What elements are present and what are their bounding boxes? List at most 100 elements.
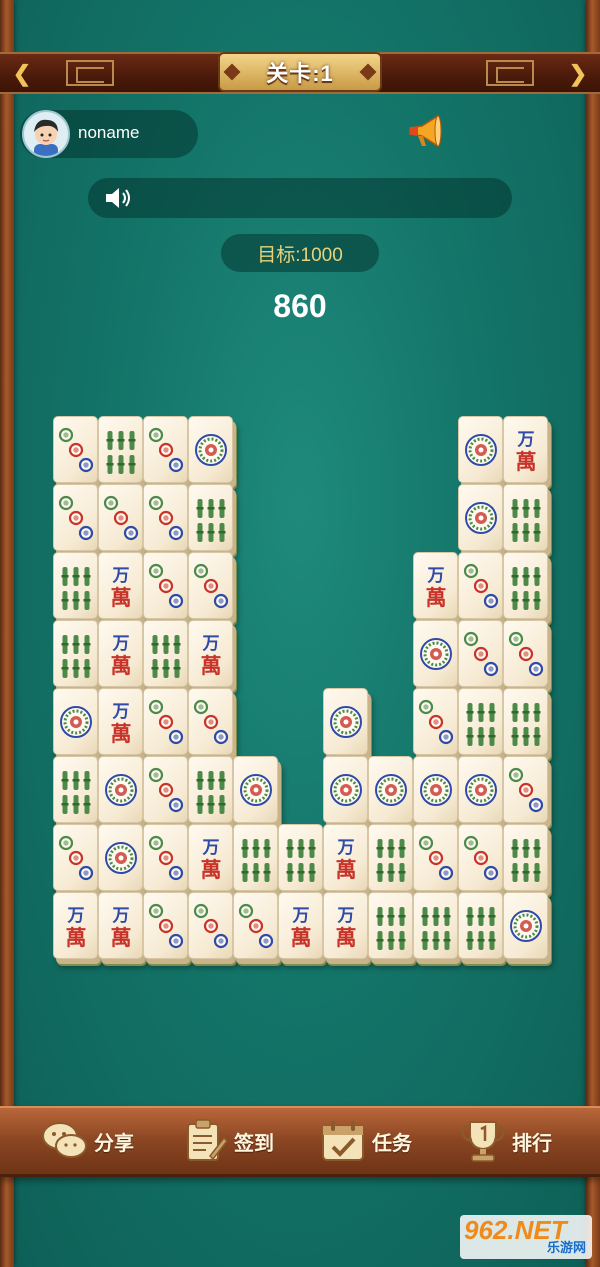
- mahjong-tile-dots1[interactable]: [98, 756, 143, 823]
- trophy-icon: [461, 1121, 505, 1162]
- mahjong-tile-dots3[interactable]: [458, 552, 503, 619]
- mahjong-tile-bamboo6[interactable]: [233, 824, 278, 891]
- wan-character-top: 万: [337, 838, 355, 858]
- mahjong-tile-bamboo6[interactable]: [503, 824, 548, 891]
- wan-character-bottom: 萬: [111, 653, 132, 678]
- mahjong-tile-dots3[interactable]: [143, 552, 188, 619]
- mahjong-tile-wan[interactable]: 万萬: [188, 620, 233, 687]
- checkin-button[interactable]: 签到: [180, 1116, 274, 1166]
- mahjong-tile-dots3[interactable]: [233, 892, 278, 959]
- mahjong-tile-bamboo6[interactable]: [503, 484, 548, 551]
- mahjong-tile-bamboo6[interactable]: [188, 756, 233, 823]
- mahjong-board: 万萬万萬万萬万萬万萬万萬万萬万萬万萬万萬万萬万萬: [0, 0, 600, 1267]
- mahjong-tile-bamboo6[interactable]: [368, 824, 413, 891]
- wan-character-top: 万: [112, 906, 130, 926]
- mahjong-tile-dots3[interactable]: [413, 688, 458, 755]
- mahjong-tile-wan[interactable]: 万萬: [98, 552, 143, 619]
- wan-character-bottom: 萬: [111, 721, 132, 746]
- mahjong-tile-dots1[interactable]: [458, 416, 503, 483]
- mahjong-tile-bamboo6[interactable]: [503, 552, 548, 619]
- mahjong-tile-dots3[interactable]: [143, 824, 188, 891]
- mahjong-tile-dots3[interactable]: [98, 484, 143, 551]
- game-screen: ❮ ❯ 关卡:1 noname 目标:1000 860 万 萬 万 萬 万 萬 …: [0, 0, 600, 1267]
- mahjong-tile-dots3[interactable]: [53, 416, 98, 483]
- mahjong-tile-dots3[interactable]: [413, 824, 458, 891]
- wan-character-bottom: 萬: [336, 857, 357, 882]
- mahjong-tile-dots1[interactable]: [458, 484, 503, 551]
- mahjong-tile-dots3[interactable]: [458, 620, 503, 687]
- wan-character-top: 万: [67, 906, 85, 926]
- wan-character-top: 万: [112, 634, 130, 654]
- wan-character-bottom: 萬: [201, 857, 222, 882]
- mahjong-tile-dots3[interactable]: [53, 484, 98, 551]
- mahjong-tile-dots3[interactable]: [143, 416, 188, 483]
- tasks-button[interactable]: 任务: [318, 1116, 412, 1166]
- mahjong-tile-wan[interactable]: 万萬: [98, 688, 143, 755]
- mahjong-tile-dots3[interactable]: [143, 892, 188, 959]
- mahjong-tile-bamboo6[interactable]: [53, 756, 98, 823]
- watermark-subtitle: 乐游网: [546, 1240, 586, 1255]
- mahjong-tile-dots3[interactable]: [188, 552, 233, 619]
- mahjong-tile-dots1[interactable]: [233, 756, 278, 823]
- wan-character-bottom: 萬: [201, 653, 222, 678]
- mahjong-tile-dots1[interactable]: [458, 756, 503, 823]
- mahjong-tile-bamboo6[interactable]: [53, 552, 98, 619]
- mahjong-tile-dots1[interactable]: [413, 756, 458, 823]
- mahjong-tile-wan[interactable]: 万萬: [98, 892, 143, 959]
- mahjong-tile-bamboo6[interactable]: [503, 688, 548, 755]
- mahjong-tile-dots3[interactable]: [503, 756, 548, 823]
- mahjong-tile-bamboo6[interactable]: [368, 892, 413, 959]
- mahjong-tile-dots3[interactable]: [188, 892, 233, 959]
- mahjong-tile-dots1[interactable]: [323, 688, 368, 755]
- wan-character-top: 万: [337, 906, 355, 926]
- mahjong-tile-dots1[interactable]: [503, 892, 548, 959]
- mahjong-tile-wan[interactable]: 万萬: [323, 892, 368, 959]
- mahjong-tile-dots3[interactable]: [188, 688, 233, 755]
- wan-character-top: 万: [112, 566, 130, 586]
- mahjong-tile-bamboo6[interactable]: [143, 620, 188, 687]
- wan-character-top: 万: [427, 566, 445, 586]
- mahjong-tile-dots1[interactable]: [188, 416, 233, 483]
- mahjong-tile-wan[interactable]: 万萬: [503, 416, 548, 483]
- wan-character-top: 万: [292, 906, 310, 926]
- wan-character-bottom: 萬: [426, 585, 447, 610]
- wan-character-top: 万: [517, 430, 535, 450]
- wan-character-bottom: 萬: [516, 449, 537, 474]
- mahjong-tile-bamboo6[interactable]: [53, 620, 98, 687]
- mahjong-tile-dots1[interactable]: [53, 688, 98, 755]
- mahjong-tile-dots3[interactable]: [458, 824, 503, 891]
- mahjong-tile-dots1[interactable]: [368, 756, 413, 823]
- wan-character-top: 万: [202, 838, 220, 858]
- mahjong-tile-bamboo6[interactable]: [458, 892, 503, 959]
- mahjong-tile-dots3[interactable]: [143, 688, 188, 755]
- mahjong-tile-dots1[interactable]: [323, 756, 368, 823]
- wan-character-top: 万: [202, 634, 220, 654]
- mahjong-tile-bamboo6[interactable]: [278, 824, 323, 891]
- mahjong-tile-wan[interactable]: 万萬: [323, 824, 368, 891]
- site-watermark: 962.NET 乐游网: [460, 1215, 592, 1259]
- mahjong-tile-wan[interactable]: 万萬: [188, 824, 233, 891]
- mahjong-tile-dots1[interactable]: [413, 620, 458, 687]
- mahjong-tile-wan[interactable]: 万萬: [413, 552, 458, 619]
- mahjong-tile-wan[interactable]: 万萬: [98, 620, 143, 687]
- ranking-label: 排行: [512, 1132, 552, 1155]
- mahjong-tile-dots3[interactable]: [53, 824, 98, 891]
- wan-character-bottom: 萬: [66, 925, 87, 950]
- wan-character-bottom: 萬: [111, 925, 132, 950]
- mahjong-tile-dots3[interactable]: [143, 756, 188, 823]
- tasks-label: 任务: [372, 1132, 412, 1155]
- wan-character-top: 万: [112, 702, 130, 722]
- ranking-button[interactable]: 排行: [458, 1116, 552, 1166]
- mahjong-tile-bamboo6[interactable]: [98, 416, 143, 483]
- wan-character-bottom: 萬: [336, 925, 357, 950]
- mahjong-tile-bamboo6[interactable]: [458, 688, 503, 755]
- mahjong-tile-bamboo6[interactable]: [188, 484, 233, 551]
- mahjong-tile-dots3[interactable]: [503, 620, 548, 687]
- mahjong-tile-bamboo6[interactable]: [413, 892, 458, 959]
- mahjong-tile-wan[interactable]: 万萬: [53, 892, 98, 959]
- mahjong-tile-dots3[interactable]: [143, 484, 188, 551]
- mahjong-tile-wan[interactable]: 万萬: [278, 892, 323, 959]
- mahjong-tile-dots1[interactable]: [98, 824, 143, 891]
- share-button[interactable]: 分享: [40, 1116, 134, 1166]
- clipboard-icon: [187, 1119, 228, 1161]
